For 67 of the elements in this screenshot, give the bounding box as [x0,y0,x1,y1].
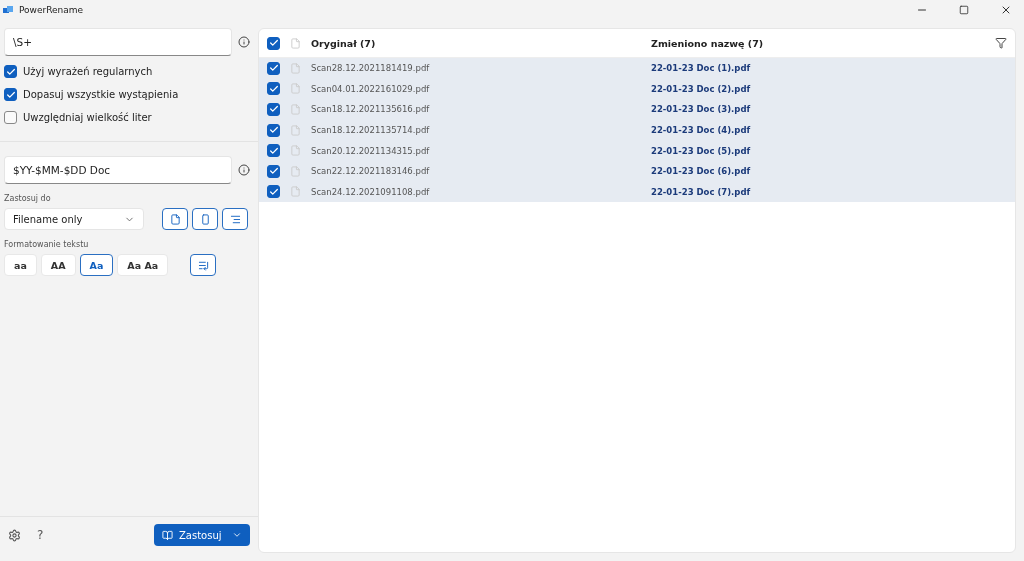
folder-toggle-button[interactable] [192,208,218,230]
row-checkbox[interactable] [267,82,280,96]
file-icon [169,213,181,225]
chevron-down-icon [232,530,242,540]
row-checkbox[interactable] [267,61,280,75]
original-name: Scan20.12.2021134315.pdf [311,145,431,156]
filter-icon[interactable] [995,37,1007,49]
format-button[interactable]: aa [4,254,37,276]
book-icon [162,529,173,541]
list-icon [197,259,209,271]
folder-icon [199,213,211,225]
apply-to-dropdown[interactable]: Filename only [4,208,144,230]
row-checkbox[interactable] [267,185,280,199]
renamed-name: 22-01-23 Doc (5).pdf [651,145,752,156]
help-button[interactable]: ? [37,528,138,542]
replace-field[interactable]: $YY-$MM-$DD Doc [4,156,232,184]
row-checkbox[interactable] [267,144,280,158]
renamed-name: 22-01-23 Doc (4).pdf [651,125,752,136]
maximize-icon [959,5,969,15]
file-icon [290,186,301,198]
renamed-name: 22-01-23 Doc (3).pdf [651,104,752,115]
row-checkbox[interactable] [267,103,280,116]
column-header[interactable]: Oryginał (7) [311,37,641,49]
column-header[interactable]: Zmieniono nazwę (7) [651,37,985,49]
file-icon [290,104,301,115]
option-label: Użyj wyrażeń regularnych [23,66,153,77]
file-icon [290,37,301,49]
subfolder-icon [229,213,241,225]
file-toggle-button[interactable] [162,208,188,230]
format-button[interactable]: AA [40,254,76,276]
original-name: Scan18.12.2021135714.pdf [311,125,431,136]
renamed-name: 22-01-23 Doc (2).pdf [651,83,752,94]
checkbox[interactable] [4,88,17,101]
file-icon [290,145,301,157]
original-name: Scan22.12.2021183146.pdf [311,166,431,177]
file-icon [290,62,301,74]
enumerate-toggle-button[interactable] [190,254,217,276]
renamed-name: 22-01-23 Doc (1).pdf [651,63,752,74]
checkbox[interactable] [4,65,17,78]
section-label: Zastosuj do [4,194,52,203]
format-button[interactable]: Aa [79,254,114,276]
window-title: PowerRename [19,5,85,15]
option-label: Dopasuj wszystkie wystąpienia [23,89,179,100]
original-name: Scan28.12.2021181419.pdf [311,63,431,74]
file-icon [290,165,301,177]
original-name: Scan18.12.2021135616.pdf [311,104,431,115]
apply-button[interactable]: Zastosuj [154,524,250,546]
file-icon [290,124,301,136]
original-name: Scan04.01.2022161029.pdf [311,83,431,94]
renamed-name: 22-01-23 Doc (7).pdf [651,186,752,197]
select-all-checkbox[interactable] [267,36,280,50]
section-label: Formatowanie tekstu [4,240,90,249]
original-name: Scan24.12.2021091108.pdf [311,186,431,197]
renamed-name: 22-01-23 Doc (6).pdf [651,166,752,177]
option-label: Uwzględniaj wielkość liter [23,112,152,123]
search-field[interactable]: \S+ [4,28,232,56]
subfolder-toggle-button[interactable] [222,208,248,230]
file-icon [290,83,301,95]
row-checkbox[interactable] [267,164,280,178]
close-icon [1000,4,1012,16]
row-checkbox[interactable] [267,123,280,137]
checkbox[interactable] [4,111,17,124]
app-icon [3,6,13,14]
info-icon[interactable] [238,36,250,48]
format-button[interactable]: Aa Aa [117,254,169,276]
info-icon[interactable] [238,164,250,176]
settings-icon[interactable] [8,528,21,542]
